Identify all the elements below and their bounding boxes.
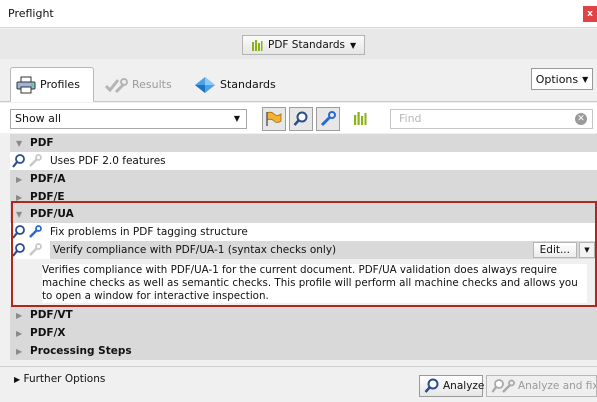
further-options-label: Further Options [23,373,106,385]
title-bar: Preflight x [0,0,597,28]
wrench-filter-button[interactable] [316,107,340,131]
flag-icon [265,111,283,127]
wrench-icon [29,243,42,256]
collapsed-triangle-icon: ▶ [16,174,23,184]
tree-group-processing-steps[interactable]: ▶ Processing Steps [10,342,597,360]
wrench-icon [320,111,336,127]
magnifier-icon [12,154,25,168]
close-button[interactable]: x [583,6,597,22]
tree-item-label: Verify compliance with PDF/UA-1 (syntax … [53,244,337,256]
bottom-bar: ▶ Further Options Analyze Analyze and fi… [0,366,597,402]
tree-group-pdfx[interactable]: ▶ PDF/X [10,324,597,342]
analyze-button[interactable]: Analyze [419,375,485,397]
tree-group-pdfa[interactable]: ▶ PDF/A [10,170,597,188]
tree-group-pdf[interactable]: ▼ PDF [10,134,597,152]
further-options-toggle[interactable]: ▶ Further Options [14,373,105,385]
item-icons [10,154,50,168]
magnifier-icon [12,225,25,239]
tree-group-pdfua[interactable]: ▼ PDF/UA [10,205,597,223]
tree-group-label: Processing Steps [30,345,132,357]
wrench-check-icon [104,76,128,94]
magnifier-filter-button[interactable] [289,107,313,131]
options-label: Options [535,72,579,86]
tree-group-pdfe[interactable]: ▶ PDF/E [10,188,597,206]
bars-icon [251,39,263,51]
collapsed-triangle-icon: ▶ [16,328,23,338]
clear-icon[interactable]: ✕ [575,113,587,125]
edit-button[interactable]: Edit... [532,242,577,258]
show-filter-select[interactable]: Show all ▼ [10,109,247,129]
tab-profiles-label: Profiles [40,78,80,91]
chevron-down-icon: ▼ [233,114,240,123]
window-title: Preflight [8,7,54,20]
standards-bar: PDF Standards ▼ [0,29,597,59]
wrench-icon [29,225,42,238]
expanded-triangle-icon: ▼ [16,138,23,148]
pdf-standards-label: PDF Standards [268,39,346,51]
tab-standards[interactable]: Standards [194,67,276,102]
wrench-icon [29,154,42,167]
tree-group-label: PDF/A [30,173,66,185]
collapsed-triangle-icon: ▶ [14,375,21,384]
tree-group-label: PDF [30,137,54,149]
chevron-down-icon: ▼ [350,40,357,50]
magnifier-icon [12,243,25,257]
find-placeholder: Find [399,112,422,125]
analyze-label: Analyze [443,380,485,392]
magnifier-icon [293,111,309,127]
selected-item-bar: Verify compliance with PDF/UA-1 (syntax … [50,241,597,259]
tab-bar: Profiles Results Standards Options ▼ [0,60,597,102]
magnifier-wrench-icon [491,378,515,394]
diamond-icon [194,76,216,94]
tab-profiles[interactable]: Profiles [10,67,94,102]
pdf-standards-dropdown[interactable]: PDF Standards ▼ [242,35,366,55]
tree-group-pdfvt[interactable]: ▶ PDF/VT [10,306,597,324]
item-icons [10,243,50,257]
find-input[interactable]: Find ✕ [390,109,593,129]
collapsed-triangle-icon: ▶ [16,346,23,356]
tree-item-label: Fix problems in PDF tagging structure [50,226,248,238]
expanded-triangle-icon: ▼ [16,209,23,219]
analyze-and-fix-button[interactable]: Analyze and fix [486,375,597,397]
chevron-down-icon: ▼ [582,74,589,84]
tab-results[interactable]: Results [104,67,172,102]
more-options-icon[interactable]: ▼ [579,242,595,258]
tree-item-label: Uses PDF 2.0 features [50,155,166,167]
filter-row: Show all ▼ Find ✕ [0,103,597,133]
tab-results-label: Results [132,78,172,91]
tree-group-label: PDF/X [30,327,66,339]
options-button[interactable]: Options ▼ [531,68,593,90]
tree-item-uses-pdf2[interactable]: Uses PDF 2.0 features [10,152,597,170]
flag-filter-button[interactable] [262,107,286,131]
tab-standards-label: Standards [220,78,276,91]
collapsed-triangle-icon: ▶ [16,310,23,320]
printer-icon [16,76,36,94]
collapsed-triangle-icon: ▶ [16,192,23,202]
tree-group-label: PDF/VT [30,309,73,321]
tree-group-label: PDF/E [30,191,65,203]
tree-item-fix-tagging[interactable]: Fix problems in PDF tagging structure [10,223,597,241]
bars-icon [353,111,367,125]
item-icons [10,225,50,239]
tree-item-verify-pdfua1[interactable]: Verify compliance with PDF/UA-1 (syntax … [10,241,597,259]
magnifier-icon [424,378,440,394]
profile-description: Verifies compliance with PDF/UA-1 for th… [42,264,587,303]
tree-group-label: PDF/UA [30,208,74,220]
show-filter-value: Show all [15,112,62,125]
analyze-and-fix-label: Analyze and fix [518,380,597,392]
